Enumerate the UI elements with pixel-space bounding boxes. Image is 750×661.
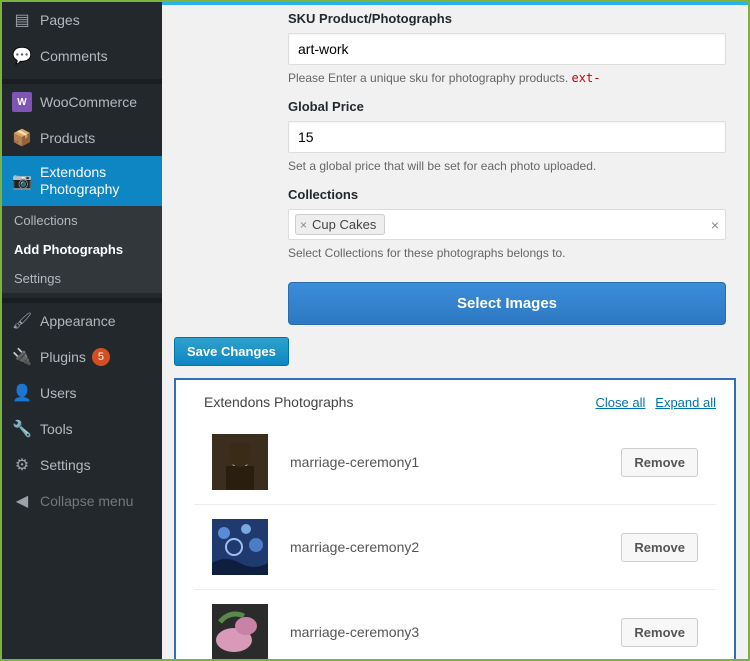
panel-title: Extendons Photographs (204, 394, 353, 410)
sidebar-item-label: Settings (40, 457, 91, 473)
sidebar-item-label: Extendons Photography (40, 164, 152, 198)
tag-label: Cup Cakes (312, 217, 376, 232)
main-content: SKU Product/Photographs Please Enter a u… (162, 2, 748, 659)
sidebar-item-plugins[interactable]: 🔌 Plugins 5 (2, 339, 162, 375)
submenu-item-add-photographs[interactable]: Add Photographs (2, 235, 162, 264)
sidebar-item-tools[interactable]: 🔧 Tools (2, 411, 162, 447)
sku-helper: Please Enter a unique sku for photograph… (288, 71, 726, 85)
plug-icon: 🔌 (12, 347, 32, 367)
photo-thumbnail (212, 604, 268, 659)
user-icon: 👤 (12, 383, 32, 403)
remove-button[interactable]: Remove (621, 448, 698, 477)
sidebar-item-label: Plugins (40, 349, 86, 365)
sidebar-item-appearance[interactable]: 🖌 Appearance (2, 303, 162, 339)
collections-input[interactable]: × Cup Cakes × (288, 209, 726, 240)
sku-input[interactable] (288, 33, 726, 65)
photo-name: marriage-ceremony3 (290, 624, 419, 640)
remove-button[interactable]: Remove (621, 533, 698, 562)
sidebar-item-extendons-photography[interactable]: 📷 Extendons Photography (2, 156, 162, 206)
sidebar-item-pages[interactable]: ▤ Pages (2, 2, 162, 38)
plugins-badge: 5 (92, 348, 110, 366)
photo-thumbnail (212, 519, 268, 575)
brush-icon: 🖌 (12, 311, 32, 331)
sidebar-item-label: Appearance (40, 313, 116, 329)
price-helper: Set a global price that will be set for … (288, 159, 726, 173)
admin-sidebar: ▤ Pages 💬 Comments W WooCommerce 📦 Produ… (2, 2, 162, 659)
photo-row: marriage-ceremony3 Remove (194, 590, 716, 659)
photo-row: marriage-ceremony2 Remove (194, 505, 716, 590)
collections-label: Collections (288, 187, 726, 202)
close-all-link[interactable]: Close all (596, 395, 646, 410)
photo-name: marriage-ceremony2 (290, 539, 419, 555)
remove-button[interactable]: Remove (621, 618, 698, 647)
sidebar-item-comments[interactable]: 💬 Comments (2, 38, 162, 74)
photo-name: marriage-ceremony1 (290, 454, 419, 470)
price-label: Global Price (288, 99, 726, 114)
camera-icon: 📷 (12, 171, 32, 191)
clear-tags-icon[interactable]: × (711, 217, 719, 233)
woo-icon: W (12, 92, 32, 112)
sidebar-item-label: Collapse menu (40, 493, 133, 509)
products-icon: 📦 (12, 128, 32, 148)
save-button-top[interactable]: Save Changes (174, 337, 289, 366)
photo-row: marriage-ceremony1 Remove (194, 420, 716, 505)
wrench-icon: 🔧 (12, 419, 32, 439)
submenu-item-settings[interactable]: Settings (2, 264, 162, 293)
price-input[interactable] (288, 121, 726, 153)
photographs-panel: Extendons Photographs Close all Expand a… (174, 378, 736, 659)
sliders-icon: ⚙ (12, 455, 32, 475)
submenu-item-collections[interactable]: Collections (2, 206, 162, 235)
sidebar-item-label: Comments (40, 48, 108, 64)
submenu: Collections Add Photographs Settings (2, 206, 162, 293)
sidebar-item-label: Tools (40, 421, 73, 437)
expand-all-link[interactable]: Expand all (655, 395, 716, 410)
select-images-button[interactable]: Select Images (288, 282, 726, 325)
sidebar-item-label: Pages (40, 12, 80, 28)
pages-icon: ▤ (12, 10, 32, 30)
sku-label: SKU Product/Photographs (288, 11, 726, 26)
sidebar-item-label: WooCommerce (40, 94, 137, 110)
collapse-icon: ◀ (12, 491, 32, 511)
selected-tag[interactable]: × Cup Cakes (295, 214, 385, 235)
sidebar-item-products[interactable]: 📦 Products (2, 120, 162, 156)
sidebar-item-collapse[interactable]: ◀ Collapse menu (2, 483, 162, 519)
collections-helper: Select Collections for these photographs… (288, 246, 726, 260)
sidebar-item-users[interactable]: 👤 Users (2, 375, 162, 411)
sidebar-item-woocommerce[interactable]: W WooCommerce (2, 84, 162, 120)
photo-thumbnail (212, 434, 268, 490)
sidebar-item-label: Users (40, 385, 77, 401)
sidebar-item-settings[interactable]: ⚙ Settings (2, 447, 162, 483)
comment-icon: 💬 (12, 46, 32, 66)
remove-tag-icon[interactable]: × (300, 218, 307, 232)
sidebar-item-label: Products (40, 130, 95, 146)
